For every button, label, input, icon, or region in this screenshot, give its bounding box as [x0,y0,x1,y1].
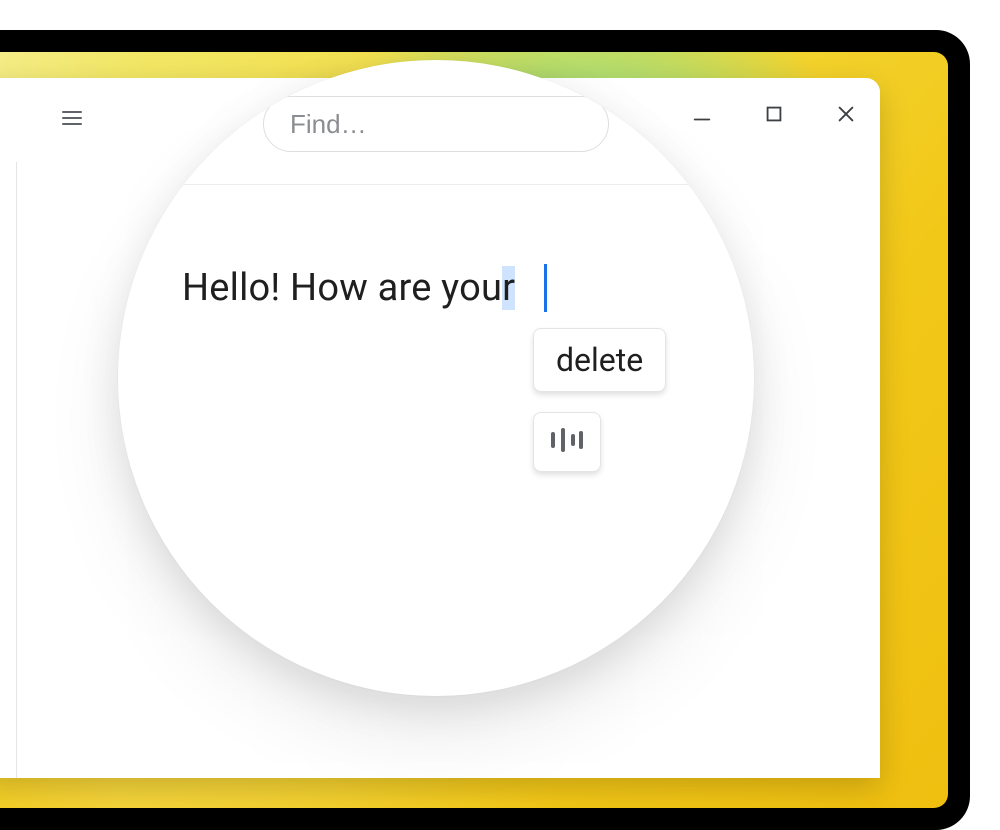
voice-command-delete-label: delete [556,341,643,379]
toolbar-divider [118,184,754,185]
editor-text[interactable]: Hello! How are your [182,266,515,310]
text-caret [544,264,547,312]
sidebar-divider [16,162,17,778]
find-input[interactable] [263,96,609,152]
voice-command-delete-chip[interactable]: delete [533,328,666,392]
maximize-button[interactable] [760,102,788,130]
find-bar [263,96,609,152]
voice-waveform-chip[interactable] [533,412,601,472]
editor-text-selection: r [502,266,515,310]
close-icon [835,103,857,129]
editor-text-before: Hello! How are you [182,266,502,310]
zoom-lens: Hello! How are your delete [118,60,754,696]
hamburger-icon [60,106,84,134]
maximize-icon [763,103,785,129]
voice-waveform-icon [547,426,587,458]
window-controls [688,102,860,130]
close-button[interactable] [832,102,860,130]
minimize-icon [691,103,713,129]
minimize-button[interactable] [688,102,716,130]
hamburger-menu-button[interactable] [58,106,86,134]
